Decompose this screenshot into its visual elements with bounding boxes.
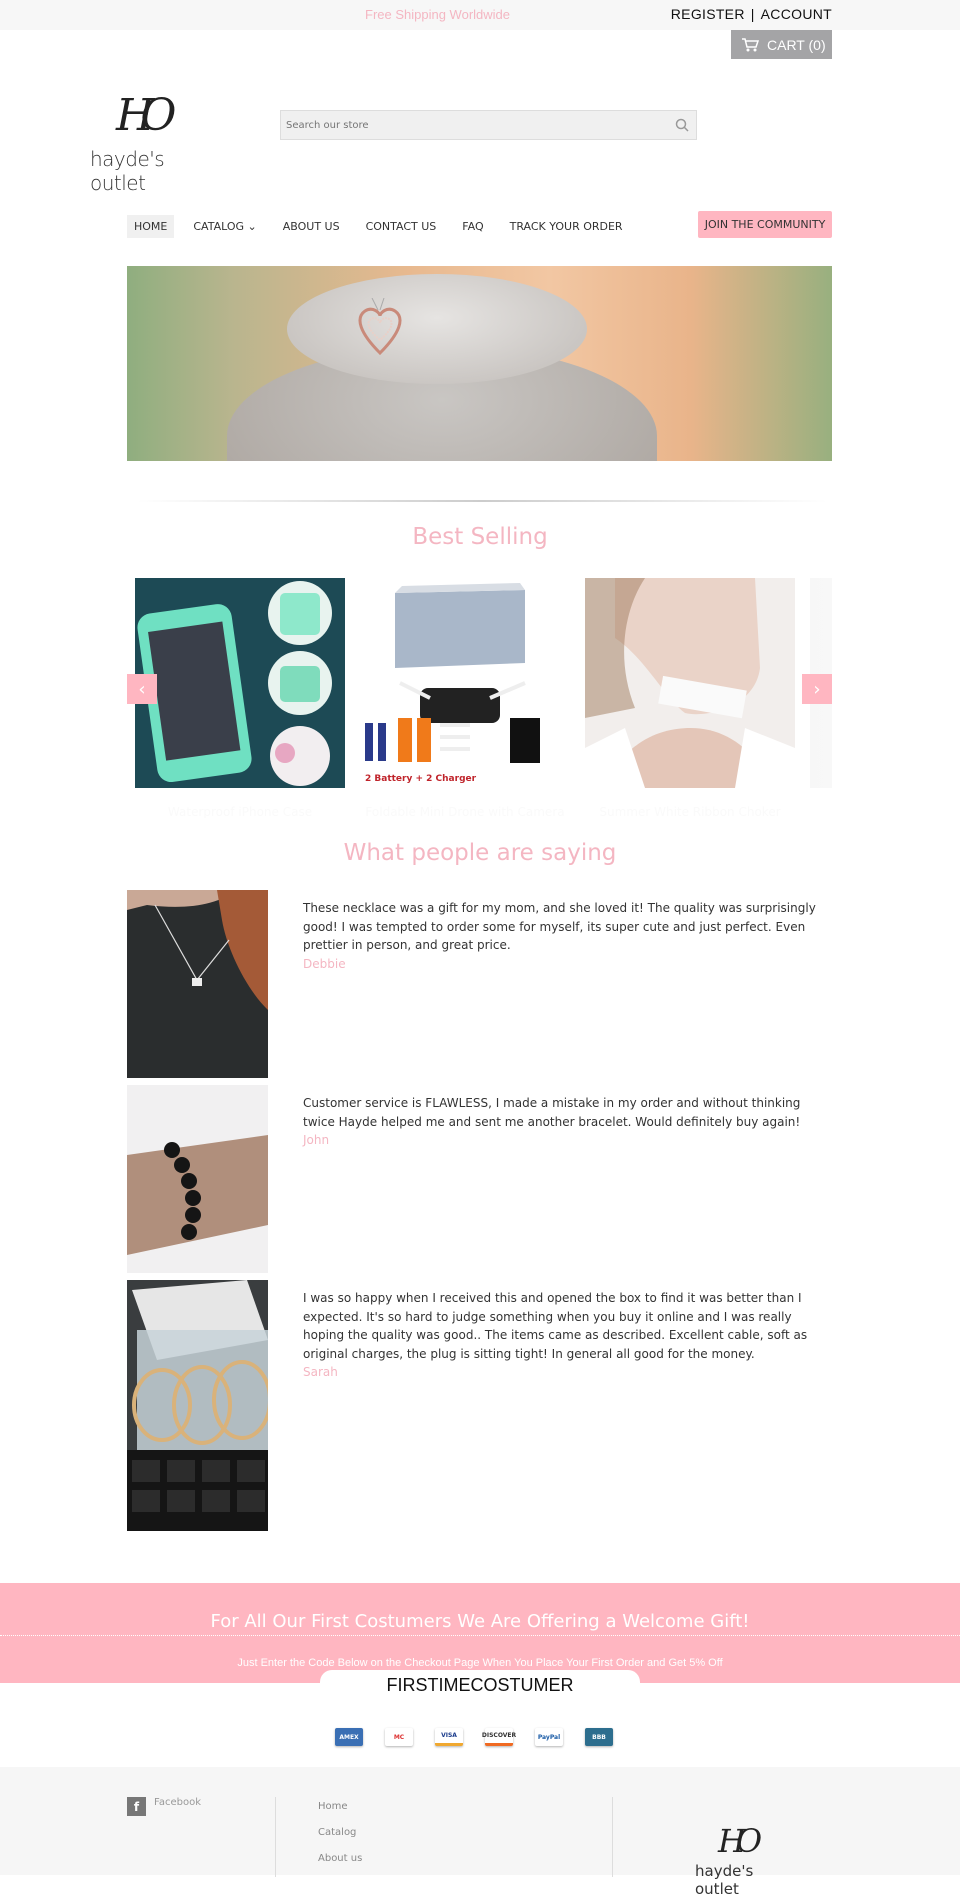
nav-faq[interactable]: FAQ	[455, 215, 490, 238]
account-link[interactable]: ACCOUNT	[761, 6, 832, 22]
testimonial-text: I was so happy when I received this and …	[303, 1291, 808, 1361]
facebook-link[interactable]: f Facebook	[127, 1797, 201, 1816]
logo-monogram: HO	[116, 90, 177, 141]
gift-subline: Just Enter the Code Below on the Checkou…	[237, 1657, 723, 1669]
nav-home[interactable]: HOME	[127, 215, 175, 238]
testimonial-photo	[127, 1280, 268, 1531]
testimonial-author: Debbie	[303, 956, 346, 971]
footer-link-about[interactable]: About us	[318, 1853, 362, 1879]
main-nav: HOME CATALOG ⌄ ABOUT US CONTACT US FAQ T…	[127, 215, 642, 238]
top-bar: Free Shipping Worldwide REGISTER | ACCOUNT	[0, 0, 960, 30]
logo-name: hayde's outlet	[90, 147, 165, 195]
search-input[interactable]	[281, 111, 661, 139]
coupon-code[interactable]: FIRSTIMECOSTUMER	[320, 1670, 640, 1702]
cart-button[interactable]: CART (0)	[731, 30, 832, 59]
account-links: REGISTER | ACCOUNT	[671, 6, 832, 22]
footer-logo: HO hayde's outlet	[690, 1822, 800, 1898]
product-title[interactable]: Waterproof iPhone Case	[135, 804, 345, 818]
product-image-caption: 2 Battery + 2 Charger	[365, 774, 477, 784]
discover-icon: DISCOVER	[482, 1728, 516, 1746]
facebook-icon: f	[127, 1797, 146, 1816]
testimonial-text: Customer service is FLAWLESS, I made a m…	[303, 1096, 801, 1129]
separator: |	[750, 6, 755, 22]
nav-about-us[interactable]: ABOUT US	[276, 215, 347, 238]
welcome-gift-banner: For All Our First Costumers We Are Offer…	[0, 1583, 960, 1683]
product-image[interactable]: 2 Battery + 2 Charger	[360, 578, 570, 788]
product-image[interactable]	[135, 578, 345, 788]
footer-logo-name: hayde's outlet	[695, 1862, 754, 1898]
footer-divider	[612, 1797, 613, 1877]
payment-methods: AMEX MC VISA DISCOVER PayPal BBB	[335, 1728, 613, 1746]
footer-links: Home Catalog About us	[318, 1801, 362, 1879]
footer-link-catalog[interactable]: Catalog	[318, 1827, 362, 1853]
testimonials-heading: What people are saying	[343, 840, 617, 866]
testimonial-item: I was so happy when I received this and …	[127, 1280, 832, 1531]
heart-pendant-image	[358, 298, 402, 356]
visa-icon: VISA	[435, 1728, 463, 1746]
testimonial-author: John	[303, 1133, 330, 1147]
testimonial-content: Customer service is FLAWLESS, I made a m…	[303, 1094, 823, 1150]
join-community-button[interactable]: JOIN THE COMMUNITY	[698, 211, 832, 238]
testimonial-item: These necklace was a gift for my mom, an…	[127, 890, 832, 1078]
product-title[interactable]: Summer White Ribbon Choker	[585, 804, 795, 818]
carousel-prev-button[interactable]: ‹	[127, 674, 157, 704]
testimonial-photo	[127, 890, 268, 1078]
amex-icon: AMEX	[335, 1728, 363, 1746]
footer: f Facebook Home Catalog About us HO hayd…	[0, 1767, 960, 1898]
product-card[interactable]: Summer White Ribbon Choker	[585, 578, 795, 818]
nav-contact-us[interactable]: CONTACT US	[359, 215, 444, 238]
testimonial-content: I was so happy when I received this and …	[303, 1289, 823, 1382]
paypal-icon: PayPal	[535, 1728, 563, 1746]
carousel-next-button[interactable]: ›	[802, 674, 832, 704]
best-selling-heading: Best Selling	[412, 524, 548, 550]
testimonial-text: These necklace was a gift for my mom, an…	[303, 901, 816, 952]
footer-link-home[interactable]: Home	[318, 1801, 362, 1827]
best-selling-carousel: Waterproof iPhone Case 2 Battery + 2 Cha…	[127, 578, 832, 818]
search-icon[interactable]	[675, 118, 689, 132]
footer-logo-monogram: HO	[718, 1822, 762, 1860]
store-logo[interactable]: HO hayde's outlet	[88, 90, 218, 195]
gift-headline: For All Our First Costumers We Are Offer…	[210, 1611, 750, 1632]
cart-label: CART (0)	[767, 36, 826, 53]
footer-divider	[275, 1797, 276, 1877]
facebook-label: Facebook	[154, 1797, 201, 1808]
hero-stone-top	[287, 274, 587, 384]
testimonial-author: Sarah	[303, 1365, 338, 1379]
testimonial-item: Customer service is FLAWLESS, I made a m…	[127, 1085, 832, 1273]
mastercard-icon: MC	[385, 1728, 413, 1746]
product-card[interactable]: Waterproof iPhone Case	[135, 578, 345, 818]
product-card[interactable]: 2 Battery + 2 Charger Foldable Mini Dron…	[360, 578, 570, 818]
dotted-divider	[0, 1635, 960, 1636]
product-title[interactable]: Foldable Mini Drone with Camera	[360, 804, 570, 818]
bbb-icon: BBB	[585, 1728, 613, 1746]
section-divider	[137, 500, 827, 502]
nav-catalog[interactable]: CATALOG ⌄	[186, 215, 263, 238]
product-image[interactable]	[585, 578, 795, 788]
hero-banner[interactable]	[127, 266, 832, 461]
testimonial-photo	[127, 1085, 268, 1273]
testimonial-content: These necklace was a gift for my mom, an…	[303, 899, 823, 973]
register-link[interactable]: REGISTER	[671, 6, 745, 22]
search-box	[280, 110, 697, 140]
nav-track-order[interactable]: TRACK YOUR ORDER	[503, 215, 630, 238]
cart-icon	[742, 37, 759, 51]
